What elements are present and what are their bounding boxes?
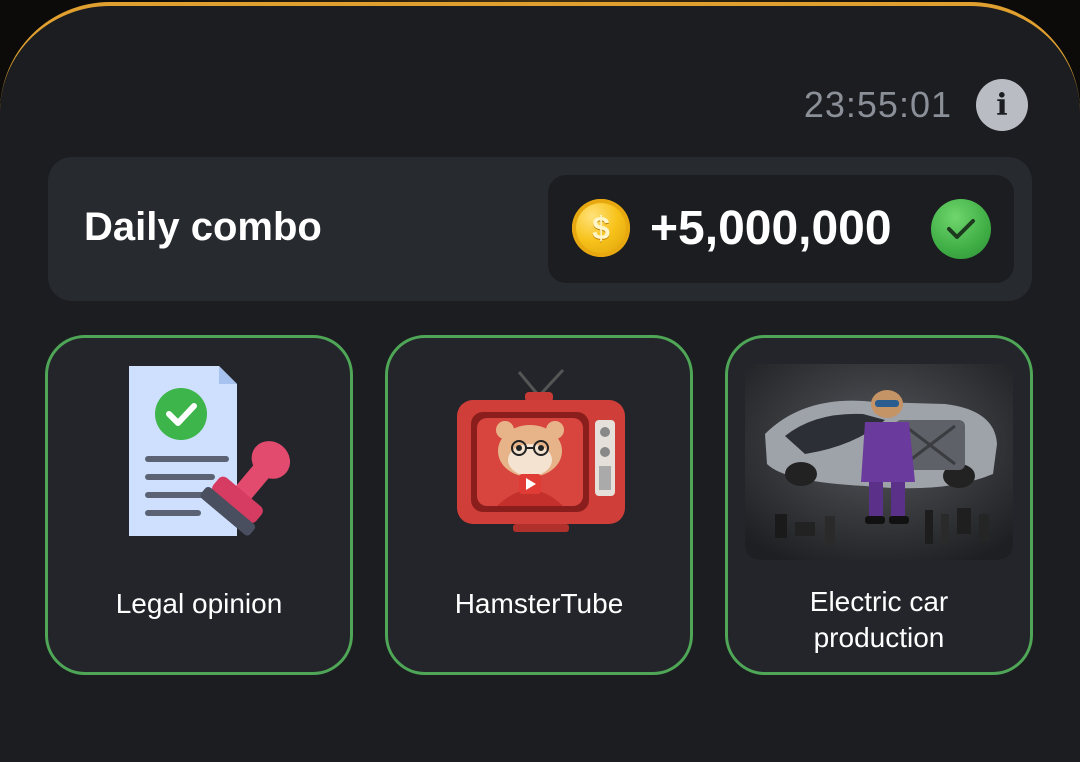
combo-card-legal-opinion[interactable]: Legal opinion bbox=[45, 335, 353, 675]
card-label-line2: production bbox=[813, 622, 945, 653]
check-icon bbox=[931, 199, 991, 259]
hamster-tv-icon bbox=[388, 356, 690, 556]
combo-card-hamstertube[interactable]: HamsterTube bbox=[385, 335, 693, 675]
reward-amount: +5,000,000 bbox=[650, 202, 892, 255]
combo-card-electric-car-production[interactable]: Electric car production bbox=[725, 335, 1033, 675]
daily-combo-panel: 23:55:01 i Daily combo $ +5,000,000 Lega… bbox=[0, 2, 1080, 762]
card-label: Legal opinion bbox=[115, 588, 283, 619]
coin-symbol: $ bbox=[592, 209, 610, 246]
card-label-line1: Electric car bbox=[809, 586, 949, 617]
legal-document-icon bbox=[48, 356, 350, 556]
info-icon[interactable]: i bbox=[976, 79, 1028, 131]
countdown-timer: 23:55:01 bbox=[803, 84, 952, 125]
daily-combo-bar: Daily combo $ +5,000,000 bbox=[48, 157, 1032, 301]
coin-icon: $ bbox=[572, 199, 630, 257]
daily-combo-title: Daily combo bbox=[84, 205, 322, 249]
hamster-electric-car-image bbox=[728, 362, 1030, 562]
reward-box: $ +5,000,000 bbox=[548, 175, 1014, 283]
info-icon-glyph: i bbox=[996, 87, 1008, 123]
card-label: HamsterTube bbox=[454, 588, 624, 619]
card-label: Electric car production bbox=[728, 584, 1030, 656]
